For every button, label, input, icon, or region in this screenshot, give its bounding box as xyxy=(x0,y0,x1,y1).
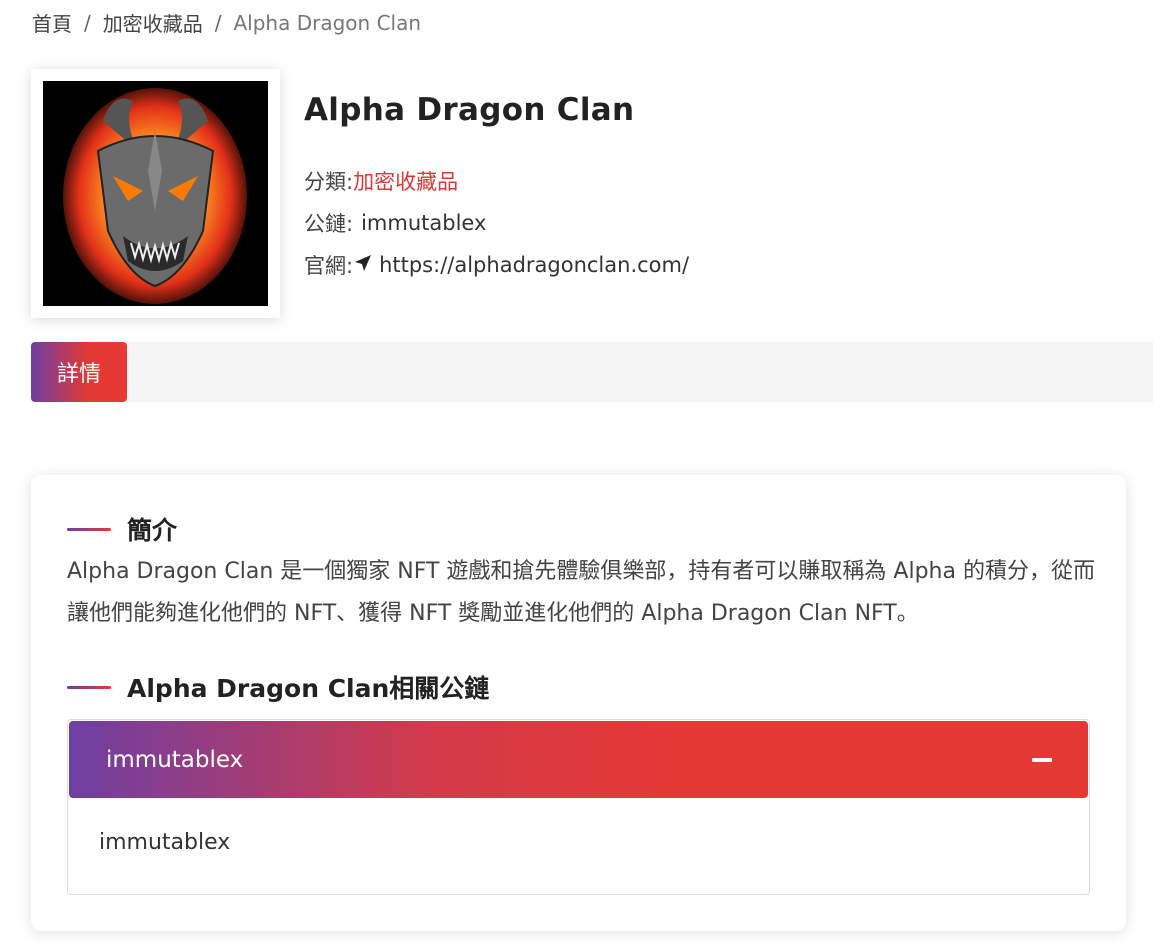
breadcrumb-home[interactable]: 首頁 xyxy=(32,8,72,37)
accordion-header-immutablex[interactable]: immutablex xyxy=(69,721,1088,798)
project-title: Alpha Dragon Clan xyxy=(304,92,635,128)
accordion-header-label: immutablex xyxy=(106,746,244,773)
tab-details[interactable]: 詳情 xyxy=(31,342,127,402)
category-row: 分類: 加密收藏品 xyxy=(304,160,689,202)
chain-row: 公鏈: immutablex xyxy=(304,202,689,244)
project-logo xyxy=(43,81,268,306)
category-label: 分類: xyxy=(304,170,354,194)
related-chains-heading: Alpha Dragon Clan相關公鏈 xyxy=(67,669,489,705)
website-label: 官網: xyxy=(304,254,354,278)
details-card: 簡介 Alpha Dragon Clan 是一個獨家 NFT 遊戲和搶先體驗俱樂… xyxy=(31,475,1126,931)
website-row: 官網: https://alphadragonclan.com/ xyxy=(304,244,689,286)
intro-title: 簡介 xyxy=(127,516,178,545)
heading-accent-bar xyxy=(67,527,111,531)
collapse-minus-icon[interactable] xyxy=(1032,758,1052,762)
related-chains-title: Alpha Dragon Clan相關公鏈 xyxy=(127,674,490,703)
accordion-body: immutablex xyxy=(99,830,231,855)
breadcrumb: 首頁 / 加密收藏品 / Alpha Dragon Clan xyxy=(32,8,421,37)
chain-label: 公鏈: xyxy=(304,212,354,236)
dragon-logo-image xyxy=(43,81,268,306)
intro-text: Alpha Dragon Clan 是一個獨家 NFT 遊戲和搶先體驗俱樂部，持… xyxy=(67,559,1095,626)
project-info: Alpha Dragon Clan 分類: 加密收藏品 公鏈: immutabl… xyxy=(304,92,689,286)
tab-bar: 詳情 xyxy=(31,342,1153,402)
breadcrumb-category[interactable]: 加密收藏品 xyxy=(103,8,203,37)
project-logo-card xyxy=(31,69,280,318)
website-link[interactable]: https://alphadragonclan.com/ xyxy=(379,253,689,277)
category-link[interactable]: 加密收藏品 xyxy=(353,166,458,196)
breadcrumb-separator: / xyxy=(214,10,222,35)
location-arrow-icon xyxy=(353,253,373,278)
breadcrumb-current: Alpha Dragon Clan xyxy=(233,10,422,35)
heading-accent-bar xyxy=(67,685,111,689)
breadcrumb-separator: / xyxy=(84,10,91,35)
chain-accordion: immutablex immutablex xyxy=(67,719,1090,895)
intro-heading: 簡介 xyxy=(67,511,177,547)
chain-value: immutablex xyxy=(361,211,487,235)
